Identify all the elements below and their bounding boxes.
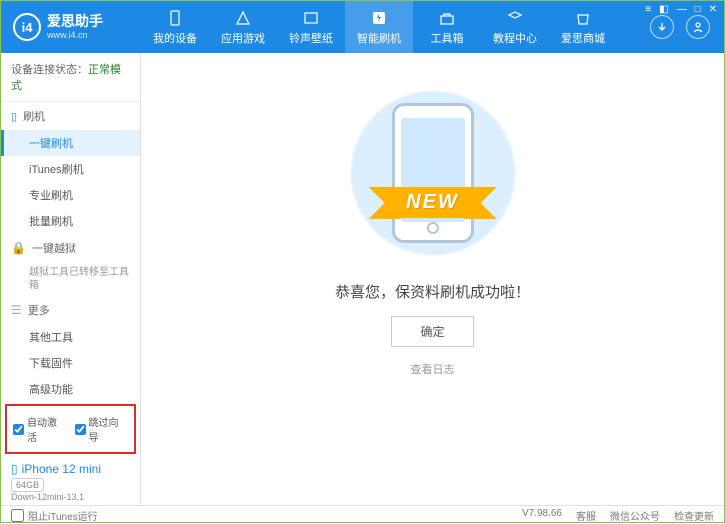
connected-device[interactable]: ▯iPhone 12 mini 64GB Down-12mini-13,1	[1, 456, 140, 508]
nav-ringtone-wallpaper[interactable]: 铃声壁纸	[277, 1, 345, 53]
nav-smart-flash[interactable]: 智能刷机	[345, 1, 413, 53]
sidebar-item-itunes-flash[interactable]: iTunes刷机	[1, 156, 140, 182]
app-url: www.i4.cn	[47, 30, 103, 40]
ok-button[interactable]: 确定	[391, 316, 473, 347]
sidebar-item-download-firmware[interactable]: 下载固件	[1, 350, 140, 376]
logo-icon: i4	[13, 13, 41, 41]
nav-toolbox[interactable]: 工具箱	[413, 1, 481, 53]
apps-icon	[234, 9, 252, 27]
toolbox-icon	[438, 9, 456, 27]
checkbox-skip-guide[interactable]: 跳过向导	[75, 414, 129, 444]
device-status: 设备连接状态：正常模式	[1, 53, 140, 102]
sidebar-item-oneclick-flash[interactable]: 一键刷机	[1, 130, 140, 156]
options-highlight: 自动激活 跳过向导	[5, 404, 136, 454]
new-ribbon: NEW	[386, 187, 479, 218]
tutorial-icon	[506, 9, 524, 27]
app-header: i4 爱思助手 www.i4.cn 我的设备 应用游戏 铃声壁纸 智能刷机 工具…	[1, 1, 724, 53]
section-more[interactable]: ☰ 更多	[1, 296, 140, 324]
phone-icon: ▯	[11, 110, 17, 123]
footer-link-update[interactable]: 检查更新	[674, 508, 714, 523]
nav-tutorials[interactable]: 教程中心	[481, 1, 549, 53]
view-log-link[interactable]: 查看日志	[411, 361, 455, 377]
phone-graphic	[392, 103, 474, 243]
jailbreak-note: 越狱工具已转移至工具箱	[1, 262, 140, 296]
sidebar-item-pro-flash[interactable]: 专业刷机	[1, 182, 140, 208]
nav-my-device[interactable]: 我的设备	[141, 1, 209, 53]
version-label: V7.98.66	[522, 508, 562, 523]
device-icon	[166, 9, 184, 27]
section-jailbreak[interactable]: 🔒 一键越狱	[1, 234, 140, 262]
nav-store[interactable]: 爱思商城	[549, 1, 617, 53]
success-illustration: NEW	[333, 83, 533, 263]
main-content: NEW 恭喜您，保资料刷机成功啦！ 确定 查看日志	[141, 53, 724, 505]
sidebar-item-advanced[interactable]: 高级功能	[1, 376, 140, 402]
lock-icon: 🔒	[11, 241, 26, 255]
skin-icon[interactable]: ◧	[659, 4, 668, 15]
flash-icon	[370, 9, 388, 27]
more-icon: ☰	[11, 303, 22, 317]
nav-apps-games[interactable]: 应用游戏	[209, 1, 277, 53]
sidebar-item-batch-flash[interactable]: 批量刷机	[1, 208, 140, 234]
checkbox-block-itunes[interactable]: 阻止iTunes运行	[11, 508, 98, 523]
store-icon	[574, 9, 592, 27]
menu-icon[interactable]: ≡	[645, 4, 651, 15]
app-logo: i4 爱思助手 www.i4.cn	[1, 13, 141, 41]
window-controls: ≡ ◧ — □ ✕	[645, 4, 717, 15]
footer-link-wechat[interactable]: 微信公众号	[610, 508, 660, 523]
minimize-icon[interactable]: —	[677, 4, 687, 15]
app-name: 爱思助手	[47, 14, 103, 29]
sidebar: 设备连接状态：正常模式 ▯ 刷机 一键刷机 iTunes刷机 专业刷机 批量刷机…	[1, 53, 141, 505]
footer-link-support[interactable]: 客服	[576, 508, 596, 523]
section-flash[interactable]: ▯ 刷机	[1, 102, 140, 130]
wallpaper-icon	[302, 9, 320, 27]
device-icon: ▯	[11, 462, 18, 476]
close-icon[interactable]: ✕	[709, 4, 717, 15]
device-storage: 64GB	[11, 478, 44, 492]
main-nav: 我的设备 应用游戏 铃声壁纸 智能刷机 工具箱 教程中心 爱思商城	[141, 1, 650, 53]
sidebar-item-other-tools[interactable]: 其他工具	[1, 324, 140, 350]
device-model: Down-12mini-13,1	[11, 492, 130, 502]
checkbox-auto-activate[interactable]: 自动激活	[13, 414, 67, 444]
download-button[interactable]	[650, 15, 674, 39]
maximize-icon[interactable]: □	[695, 4, 701, 15]
user-button[interactable]	[686, 15, 710, 39]
success-message: 恭喜您，保资料刷机成功啦！	[335, 281, 530, 302]
